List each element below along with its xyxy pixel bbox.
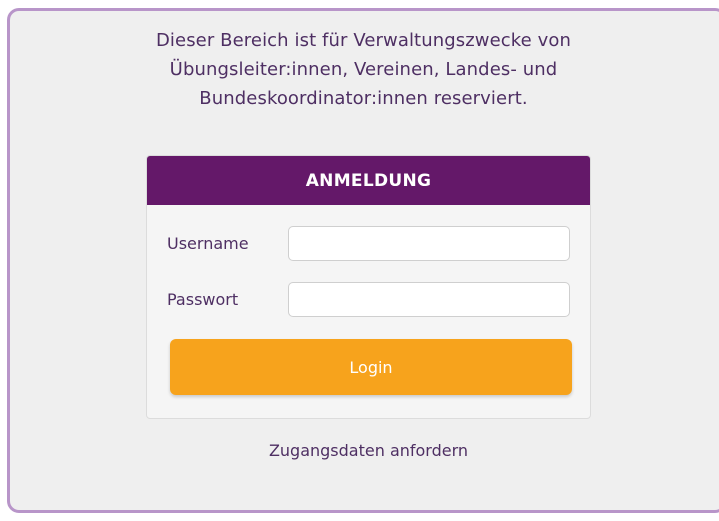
intro-line-3: Bundeskoordinator:innen reserviert. xyxy=(199,88,528,109)
password-label: Passwort xyxy=(167,290,239,309)
intro-line-2: Übungsleiter:innen, Vereinen, Landes- un… xyxy=(169,59,558,80)
password-input[interactable] xyxy=(288,282,570,317)
request-access-link[interactable]: Zugangsdaten anfordern xyxy=(0,441,719,460)
login-panel: ANMELDUNG Username Passwort Login xyxy=(146,155,591,419)
intro-line-1: Dieser Bereich ist für Verwaltungszwecke… xyxy=(155,30,572,51)
username-label: Username xyxy=(167,234,249,253)
login-button[interactable]: Login xyxy=(170,339,572,395)
username-row: Username xyxy=(167,226,570,261)
username-input[interactable] xyxy=(288,226,570,261)
login-panel-title: ANMELDUNG xyxy=(305,170,432,191)
password-row: Passwort xyxy=(167,282,570,317)
login-panel-header: ANMELDUNG xyxy=(147,156,590,205)
intro-text: Dieser Bereich ist für Verwaltungszwecke… xyxy=(0,26,719,113)
